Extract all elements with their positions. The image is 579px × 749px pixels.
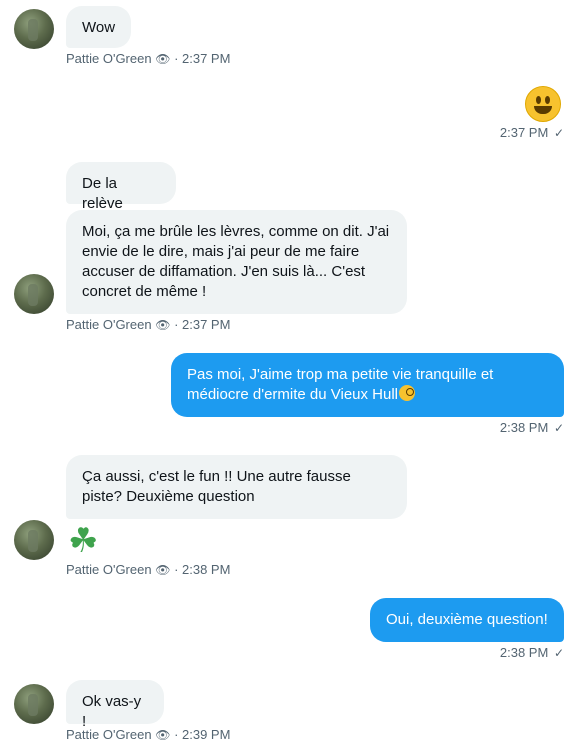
grinning-face-emoji — [525, 86, 561, 122]
message-time: 2:38 PM — [182, 562, 231, 577]
message-text: Oui, deuxième question! — [386, 611, 548, 628]
message-time: 2:38 PM — [499, 420, 549, 435]
message-text: De la relève — [82, 175, 123, 212]
eye-icon: 👁 — [155, 318, 171, 332]
message-meta: 2:38 PM ✓ — [500, 645, 564, 661]
sender-name: Pattie O'Green — [66, 727, 152, 742]
eye-icon: 👁 — [155, 728, 171, 742]
message-meta: Pattie O'Green 👁 · 2:37 PM — [66, 317, 231, 332]
incoming-message-bubble: Ça aussi, c'est le fun !! Une autre faus… — [66, 455, 407, 519]
eye-icon: 👁 — [155, 563, 171, 577]
check-icon: ✓ — [553, 126, 564, 140]
message-text: Wow — [82, 19, 116, 36]
message-time: 2:37 PM — [182, 51, 231, 66]
contact-avatar[interactable] — [14, 9, 54, 49]
message-time: 2:38 PM — [499, 645, 549, 660]
message-text: Ça aussi, c'est le fun !! Une autre faus… — [82, 468, 351, 505]
outgoing-message-bubble: Pas moi, J'aime trop ma petite vie tranq… — [171, 353, 564, 417]
shamrock-emoji: ☘ — [68, 522, 99, 560]
message-meta: 2:38 PM ✓ — [500, 420, 564, 436]
sender-name: Pattie O'Green — [66, 51, 152, 66]
contact-avatar[interactable] — [14, 520, 54, 560]
message-meta: Pattie O'Green 👁 · 2:38 PM — [66, 562, 231, 577]
message-meta: Pattie O'Green 👁 · 2:39 PM — [66, 727, 231, 742]
message-meta: Pattie O'Green 👁 · 2:37 PM — [66, 51, 231, 66]
incoming-message-bubble: Moi, ça me brûle les lèvres, comme on di… — [66, 210, 407, 314]
outgoing-message-bubble: Oui, deuxième question! — [370, 598, 564, 642]
incoming-message-bubble: De la relève — [66, 162, 176, 212]
check-icon: ✓ — [553, 646, 564, 660]
contact-avatar[interactable] — [14, 274, 54, 314]
message-time: 2:39 PM — [182, 727, 231, 742]
face-with-monocle-emoji — [399, 385, 416, 401]
message-text: Moi, ça me brûle les lèvres, comme on di… — [82, 223, 390, 300]
incoming-message-bubble: Wow — [66, 6, 131, 48]
message-text: Pas moi, J'aime trop ma petite vie tranq… — [187, 366, 494, 403]
sender-name: Pattie O'Green — [66, 562, 152, 577]
incoming-message-bubble: Ok vas-y ! — [66, 680, 164, 730]
eye-icon: 👁 — [155, 52, 171, 66]
message-time: 2:37 PM — [499, 125, 549, 140]
message-time: 2:37 PM — [182, 317, 231, 332]
message-meta: 2:37 PM ✓ — [500, 125, 564, 141]
contact-avatar[interactable] — [14, 684, 54, 724]
sender-name: Pattie O'Green — [66, 317, 152, 332]
check-icon: ✓ — [553, 421, 564, 435]
message-text: Ok vas-y ! — [82, 693, 142, 730]
